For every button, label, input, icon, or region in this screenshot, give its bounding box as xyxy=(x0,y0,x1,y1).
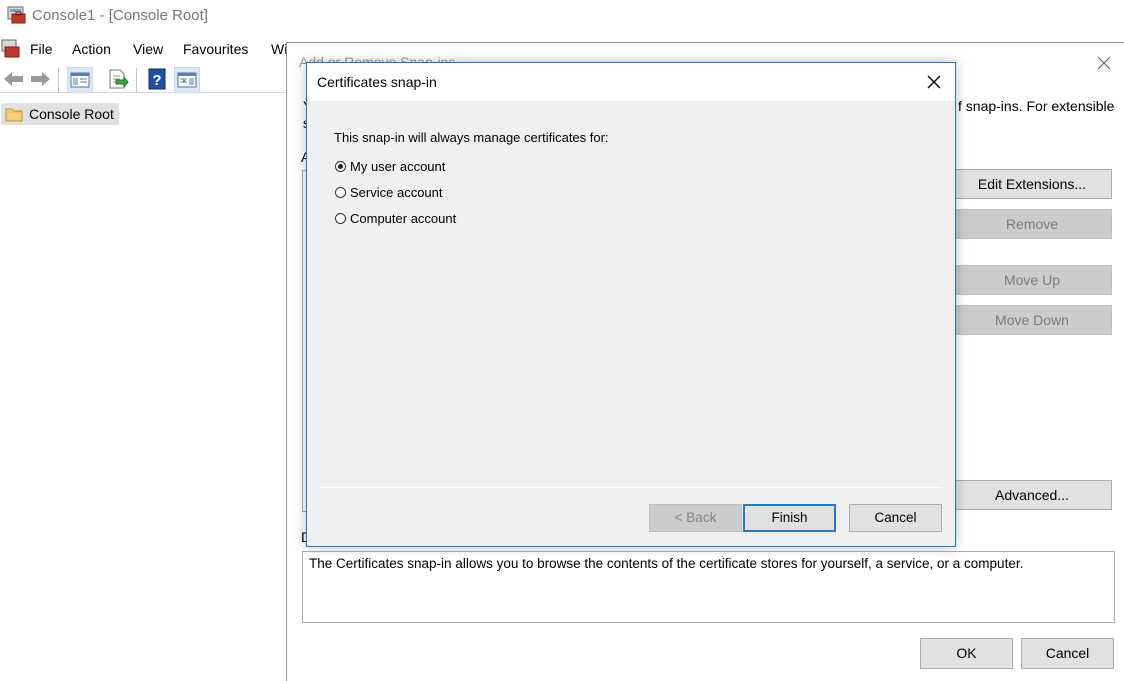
toolbar-divider xyxy=(0,92,287,93)
radio-computer-account[interactable]: Computer account xyxy=(335,209,456,227)
menu-favourites[interactable]: Favourites xyxy=(183,41,248,57)
menu-file[interactable]: File xyxy=(30,41,53,57)
radio-button[interactable] xyxy=(335,212,346,224)
app-icon xyxy=(7,5,27,25)
toolbar-separator xyxy=(58,68,59,92)
folder-icon xyxy=(5,106,23,122)
toolbar-separator xyxy=(136,68,137,92)
move-down-button[interactable]: Move Down xyxy=(952,305,1112,335)
edit-extensions-button[interactable]: Edit Extensions... xyxy=(952,169,1112,199)
tree-item-console-root[interactable]: Console Root xyxy=(1,103,119,125)
radio-button-checked[interactable] xyxy=(335,160,346,172)
cancel-button[interactable]: Cancel xyxy=(1021,638,1114,669)
help-icon[interactable]: ? xyxy=(145,67,171,93)
move-up-button[interactable]: Move Up xyxy=(952,265,1112,295)
snapin-description-box: The Certificates snap-in allows you to b… xyxy=(302,551,1115,623)
export-list-icon[interactable] xyxy=(105,67,131,93)
dialog-titlebar: Certificates snap-in xyxy=(307,63,955,101)
cancel-button[interactable]: Cancel xyxy=(849,504,942,532)
back-arrow-icon[interactable] xyxy=(2,67,28,93)
tree-item-label: Console Root xyxy=(29,106,114,122)
radio-button[interactable] xyxy=(335,186,346,198)
window-title: Console1 - [Console Root] xyxy=(32,7,208,24)
ok-button[interactable]: OK xyxy=(920,638,1013,669)
menu-window[interactable]: Wi xyxy=(271,41,287,57)
radio-label: My user account xyxy=(350,158,446,174)
close-icon[interactable] xyxy=(1097,52,1111,76)
radio-service-account[interactable]: Service account xyxy=(335,183,443,201)
menu-app-icon[interactable] xyxy=(1,39,21,59)
show-hide-action-pane-icon[interactable] xyxy=(174,67,200,93)
certificates-snapin-dialog: Certificates snap-in This snap-in will a… xyxy=(306,62,956,547)
manage-for-prompt: This snap-in will always manage certific… xyxy=(334,130,609,145)
forward-arrow-icon[interactable] xyxy=(28,67,54,93)
radio-label: Computer account xyxy=(350,210,457,226)
menu-action[interactable]: Action xyxy=(72,41,111,57)
svg-text:?: ? xyxy=(152,72,161,89)
radio-my-user-account[interactable]: My user account xyxy=(335,157,445,175)
finish-button[interactable]: Finish xyxy=(743,504,836,532)
close-icon[interactable] xyxy=(917,65,951,99)
dialog-separator xyxy=(321,487,942,488)
show-hide-console-tree-icon[interactable] xyxy=(67,67,93,93)
dialog-title: Certificates snap-in xyxy=(317,74,437,90)
remove-button[interactable]: Remove xyxy=(952,209,1112,239)
radio-label: Service account xyxy=(350,184,443,200)
advanced-button[interactable]: Advanced... xyxy=(952,480,1112,510)
snapins-description: f snap-ins. For extensible xyxy=(958,98,1115,114)
back-button[interactable]: < Back xyxy=(649,504,742,532)
menu-view[interactable]: View xyxy=(133,41,163,57)
